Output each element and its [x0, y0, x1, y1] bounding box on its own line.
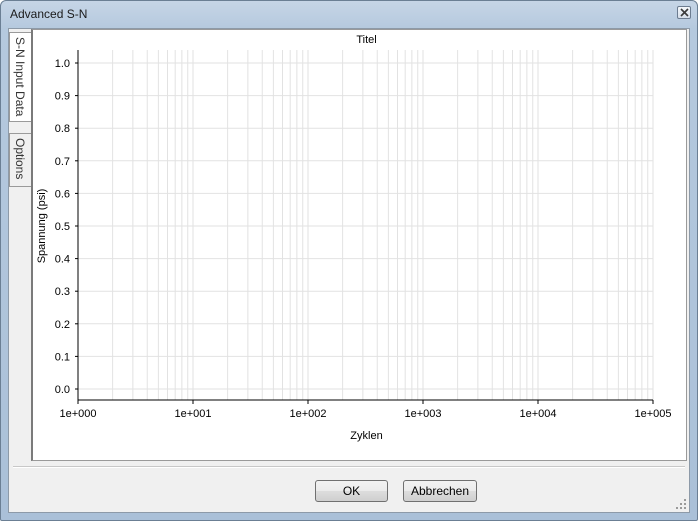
- ok-button[interactable]: OK: [315, 480, 388, 502]
- y-tick-label: 1.0: [55, 58, 70, 70]
- tab-label: Options: [13, 138, 27, 180]
- chart-title: Titel: [356, 34, 376, 46]
- x-tick-label: 1e+004: [519, 408, 556, 420]
- y-tick-label: 0.0: [55, 384, 70, 396]
- tab-s-n-input-data[interactable]: S-N Input Data: [9, 32, 31, 122]
- x-tick-label: 1e+000: [59, 408, 96, 420]
- x-tick-label: 1e+003: [404, 408, 441, 420]
- title-bar[interactable]: Advanced S-N: [2, 2, 696, 28]
- dialog-client-area: S-N Input Data Options 0.0 0.1 0.2 0.3 0.4 0.…: [8, 28, 690, 513]
- x-tick-label: 1e+001: [174, 408, 211, 420]
- sn-chart: 0.0 0.1 0.2 0.3 0.4 0.5 0.6 0.7 0.8 0.9 1.0 1e+000 1…: [36, 34, 672, 442]
- y-tick-label: 0.3: [55, 286, 70, 298]
- y-tick-label: 0.5: [55, 221, 70, 233]
- y-tick-label: 0.2: [55, 319, 70, 331]
- close-button[interactable]: [677, 6, 691, 19]
- dialog-window: Advanced S-N S-N Input Data Options 0.0 0…: [0, 0, 698, 521]
- y-tick-label: 0.1: [55, 351, 70, 363]
- y-tick-label: 0.8: [55, 123, 70, 135]
- y-axis-label: Spannung (psi): [36, 189, 48, 264]
- y-tick-label: 0.7: [55, 156, 70, 168]
- x-axis-label: Zyklen: [350, 430, 382, 442]
- cancel-button[interactable]: Abbrechen: [403, 480, 477, 502]
- button-separator: [13, 466, 685, 468]
- y-tick-label: 0.4: [55, 254, 70, 266]
- y-tick-label: 0.6: [55, 188, 70, 200]
- tab-options[interactable]: Options: [9, 133, 31, 187]
- window-title: Advanced S-N: [10, 7, 88, 21]
- close-icon: [680, 8, 689, 17]
- tab-label: S-N Input Data: [13, 37, 27, 117]
- resize-grip-icon[interactable]: [675, 498, 687, 510]
- x-tick-label: 1e+002: [289, 408, 326, 420]
- x-tick-label: 1e+005: [634, 408, 671, 420]
- y-tick-label: 0.9: [55, 91, 70, 103]
- chart-panel: 0.0 0.1 0.2 0.3 0.4 0.5 0.6 0.7 0.8 0.9 1.0 1e+000 1…: [31, 29, 687, 461]
